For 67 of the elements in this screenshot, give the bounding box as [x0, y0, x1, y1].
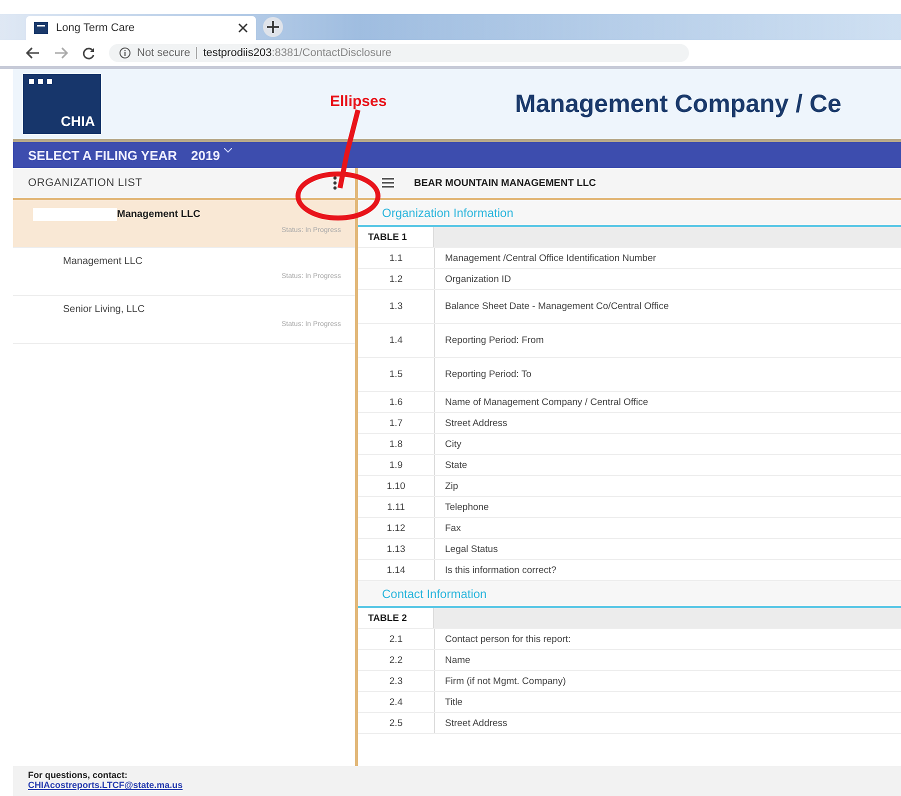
logo-text: CHIA: [60, 113, 95, 129]
reload-icon[interactable]: [82, 46, 95, 60]
row-label: Legal Status: [444, 542, 499, 556]
row-number: 2.1: [358, 629, 435, 649]
row-number: 1.5: [358, 358, 435, 391]
row-number: 2.3: [358, 671, 435, 691]
row-label: Name of Management Company / Central Office: [444, 396, 650, 410]
row-number: 1.8: [358, 434, 435, 454]
row-label: Reporting Period: From: [444, 334, 545, 348]
sidebar-title: ORGANIZATION LIST: [28, 177, 142, 189]
row-number: 1.12: [358, 518, 435, 538]
row-number: 1.14: [358, 560, 435, 580]
address-bar[interactable]: Not secure testprodiis203:8381/ContactDisclosure: [109, 44, 689, 62]
menu-icon[interactable]: [382, 178, 394, 188]
browser-tab[interactable]: Long Term Care: [26, 16, 256, 40]
organization-name: Management LLC: [117, 209, 200, 220]
url-text: testprodiis203:8381/ContactDisclosure: [203, 47, 392, 59]
site-icon: [34, 22, 48, 34]
row-label: Street Address: [444, 716, 508, 730]
row-label: City: [444, 438, 462, 452]
row-label: State: [444, 458, 468, 472]
page-title: Management Company / Ce: [515, 90, 842, 118]
row-number: 1.9: [358, 455, 435, 475]
row-number: 2.5: [358, 713, 435, 733]
row-label: Name: [444, 654, 472, 668]
row-number: 1.4: [358, 324, 435, 357]
annotation-label: Ellipses: [330, 93, 387, 110]
row-label: Management /Central Office Identification Number: [444, 252, 658, 266]
security-label: Not secure: [137, 47, 198, 59]
logo-dots-icon: [29, 79, 53, 85]
filing-year-label: SELECT A FILING YEAR: [28, 148, 178, 162]
year-dropdown[interactable]: 2019: [191, 148, 232, 162]
row-label: Firm (if not Mgmt. Company): [444, 674, 567, 688]
close-icon[interactable]: [238, 23, 248, 33]
footer-text: For questions, contact:: [28, 770, 129, 780]
tab-title: Long Term Care: [56, 22, 136, 34]
row-number: 2.2: [358, 650, 435, 670]
row-label: Reporting Period: To: [444, 368, 532, 382]
row-label: Telephone: [444, 500, 490, 514]
row-label: Organization ID: [444, 272, 512, 286]
row-number: 1.2: [358, 269, 435, 289]
row-number: 1.7: [358, 413, 435, 433]
row-number: 2.4: [358, 692, 435, 712]
row-label: Street Address: [444, 416, 508, 430]
caret-icon: [224, 148, 232, 152]
row-label: Title: [444, 696, 464, 710]
row-number: 1.1: [358, 248, 435, 268]
more-icon: [333, 176, 337, 190]
row-label: Contact person for this report:: [444, 632, 572, 646]
info-icon: [119, 47, 131, 59]
section-heading: Organization Information: [358, 200, 901, 227]
organization-name: Management LLC: [63, 256, 142, 267]
row-number: 1.13: [358, 539, 435, 559]
row-number: 1.3: [358, 290, 435, 323]
row-label: Balance Sheet Date - Management Co/Central Office: [444, 300, 670, 314]
organization-title: BEAR MOUNTAIN MANAGEMENT LLC: [414, 178, 596, 188]
row-number: 1.6: [358, 392, 435, 412]
row-label: Fax: [444, 522, 462, 536]
email-link[interactable]: CHIAcostreports.LTCF@state.ma.us: [28, 780, 183, 790]
row-label: Zip: [444, 480, 460, 494]
back-icon[interactable]: [26, 47, 40, 59]
section-heading: Contact Information: [358, 581, 901, 608]
row-label: Is this information correct?: [444, 564, 558, 578]
new-tab-icon[interactable]: [262, 16, 284, 38]
row-number: 1.10: [358, 476, 435, 496]
row-number: 1.11: [358, 497, 435, 517]
organization-name: Senior Living, LLC: [63, 304, 145, 315]
